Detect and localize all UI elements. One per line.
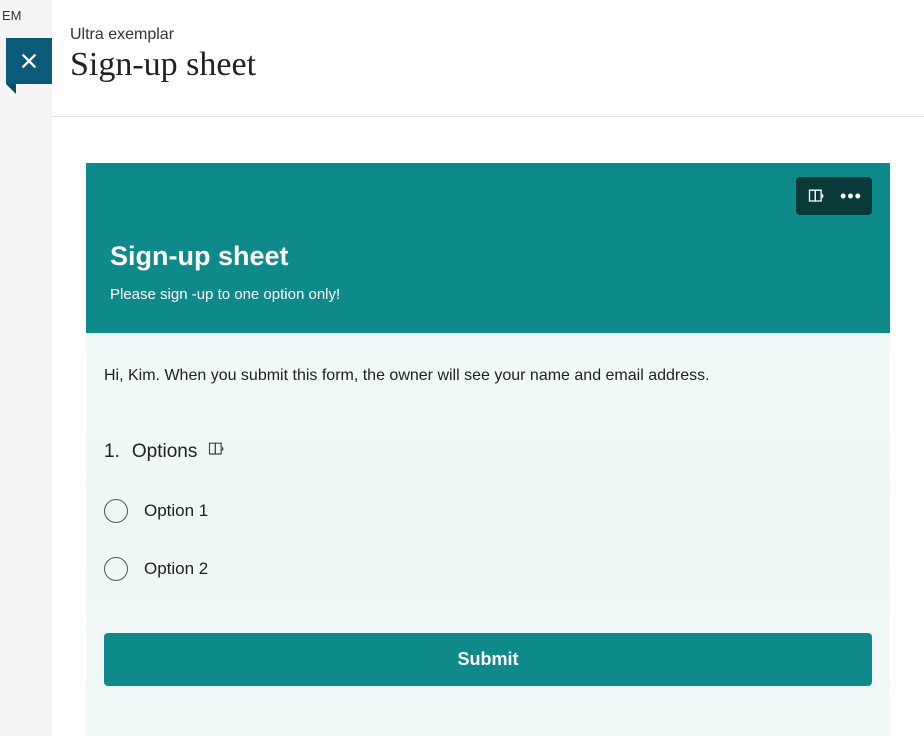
form-title: Sign-up sheet xyxy=(110,241,866,272)
option-label: Option 2 xyxy=(144,559,208,579)
question-label: Options xyxy=(132,441,197,463)
page-title: Sign-up sheet xyxy=(70,46,906,84)
immersive-reader-icon xyxy=(807,186,827,206)
form-scroll[interactable]: ••• Sign-up sheet Please sign -up to one… xyxy=(86,163,890,736)
immersive-reader-icon xyxy=(207,439,227,459)
close-icon xyxy=(18,50,40,72)
more-options-button[interactable]: ••• xyxy=(834,181,868,211)
close-button[interactable] xyxy=(6,38,52,84)
radio-option-2[interactable] xyxy=(104,557,128,581)
radio-option-1[interactable] xyxy=(104,499,128,523)
question-title: 1. Options xyxy=(104,439,872,465)
question-number: 1. xyxy=(104,441,120,463)
option-label: Option 1 xyxy=(144,501,208,521)
panel-header: Ultra exemplar Sign-up sheet xyxy=(52,0,924,117)
main-panel: Ultra exemplar Sign-up sheet xyxy=(52,0,924,736)
form-hero: ••• Sign-up sheet Please sign -up to one… xyxy=(86,163,890,333)
option-row[interactable]: Option 2 xyxy=(104,557,872,581)
option-row[interactable]: Option 1 xyxy=(104,499,872,523)
question-reader-button[interactable] xyxy=(207,439,227,465)
immersive-reader-button[interactable] xyxy=(800,181,834,211)
panel-body: ••• Sign-up sheet Please sign -up to one… xyxy=(52,117,924,736)
form-intro-text: Hi, Kim. When you submit this form, the … xyxy=(104,367,872,385)
form-body: Hi, Kim. When you submit this form, the … xyxy=(86,333,890,710)
breadcrumb: Ultra exemplar xyxy=(70,26,906,44)
embedded-form: ••• Sign-up sheet Please sign -up to one… xyxy=(86,163,890,736)
form-subtitle: Please sign -up to one option only! xyxy=(110,286,866,303)
ellipsis-icon: ••• xyxy=(840,187,862,205)
background-panel: EM xyxy=(0,0,52,736)
form-toolbar: ••• xyxy=(796,177,872,215)
submit-button[interactable]: Submit xyxy=(104,633,872,686)
